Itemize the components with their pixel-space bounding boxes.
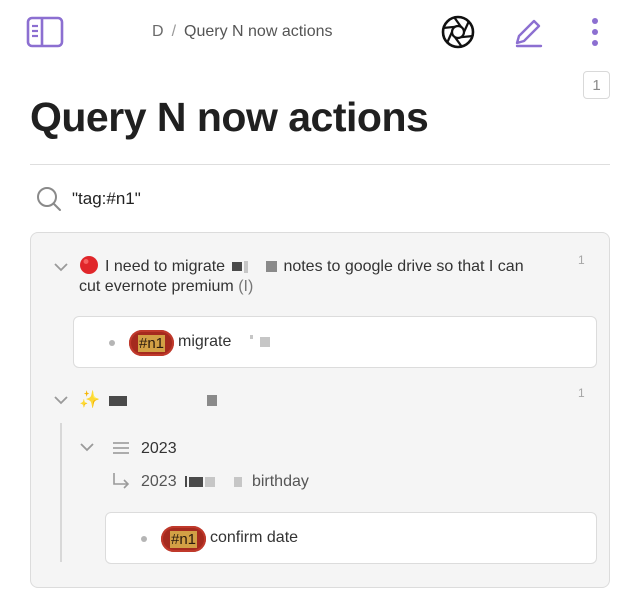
query-results-panel: I need to migrate notes to google drive … [30, 232, 610, 588]
child-block-card: #n1 migrate [73, 316, 597, 368]
title-divider [30, 164, 610, 165]
bullet-dot[interactable] [109, 340, 115, 346]
redacted-text [233, 476, 242, 487]
page-title: Query N now actions [30, 94, 429, 140]
chevron-down-icon[interactable] [79, 439, 95, 455]
heading-2023[interactable]: 2023 [141, 438, 177, 459]
aperture-icon [441, 15, 475, 49]
list-icon [113, 442, 129, 454]
search-icon [37, 187, 61, 211]
sparkles-icon: ✨ [79, 390, 101, 409]
pencil-icon [515, 19, 543, 48]
redacted-text [265, 261, 277, 273]
tag-n1[interactable]: #n1 [161, 526, 207, 552]
bullet-dot[interactable] [141, 536, 147, 542]
block-ref-count[interactable]: 1 [578, 386, 585, 400]
camera-button[interactable] [438, 12, 478, 52]
redacted-text [207, 395, 218, 407]
top-toolbar: D / Query N now actions [0, 0, 640, 64]
redacted-text [243, 260, 248, 273]
more-options-button[interactable] [582, 12, 608, 52]
query-row[interactable]: "tag:#n1" [36, 184, 141, 214]
breadcrumb-separator: / [171, 23, 177, 40]
tag-n1[interactable]: #n1 [129, 330, 175, 356]
block-ref-count[interactable]: 1 [578, 253, 585, 267]
redacted-text [205, 476, 216, 487]
redacted-text [189, 476, 204, 487]
block-text-part: I need to migrate [105, 258, 226, 275]
red-circle-icon [80, 256, 98, 274]
redacted-text [108, 395, 127, 406]
result-block-text[interactable]: I need to migrate notes to google drive … [79, 255, 524, 277]
child-block-text[interactable]: confirm date [210, 529, 298, 547]
breadcrumb: D / Query N now actions [152, 23, 333, 41]
breadcrumb-item[interactable]: D [152, 23, 164, 40]
redacted-text [249, 335, 253, 339]
redacted-text [231, 262, 242, 272]
redacted-text [260, 336, 271, 347]
query-text[interactable]: "tag:#n1" [72, 189, 141, 209]
child-block-text[interactable]: migrate [178, 333, 271, 351]
block-text-part: notes to google drive so that I can [283, 258, 524, 275]
tree-guide-line [60, 423, 62, 562]
block-reference-breadcrumb[interactable]: 2023 birthday [141, 471, 309, 492]
chevron-down-icon[interactable] [53, 392, 69, 408]
vertical-ellipsis-icon [592, 18, 598, 46]
sidebar-icon [26, 16, 64, 48]
edit-button[interactable] [508, 12, 548, 52]
breadcrumb-current[interactable]: Query N now actions [184, 23, 333, 40]
result-block-text-line2[interactable]: cut evernote premium (I) [79, 276, 253, 297]
reference-count-badge[interactable]: 1 [583, 71, 610, 99]
block-text-suffix: (I) [238, 278, 254, 295]
result-block-heading[interactable]: ✨ [79, 389, 218, 411]
sidebar-toggle-button[interactable] [24, 14, 66, 50]
redacted-text [185, 476, 188, 488]
child-block-card: #n1 confirm date [105, 512, 597, 564]
chevron-down-icon[interactable] [53, 259, 69, 275]
subdirectory-arrow-icon [113, 473, 130, 489]
block-text-part: cut evernote premium [79, 278, 234, 295]
